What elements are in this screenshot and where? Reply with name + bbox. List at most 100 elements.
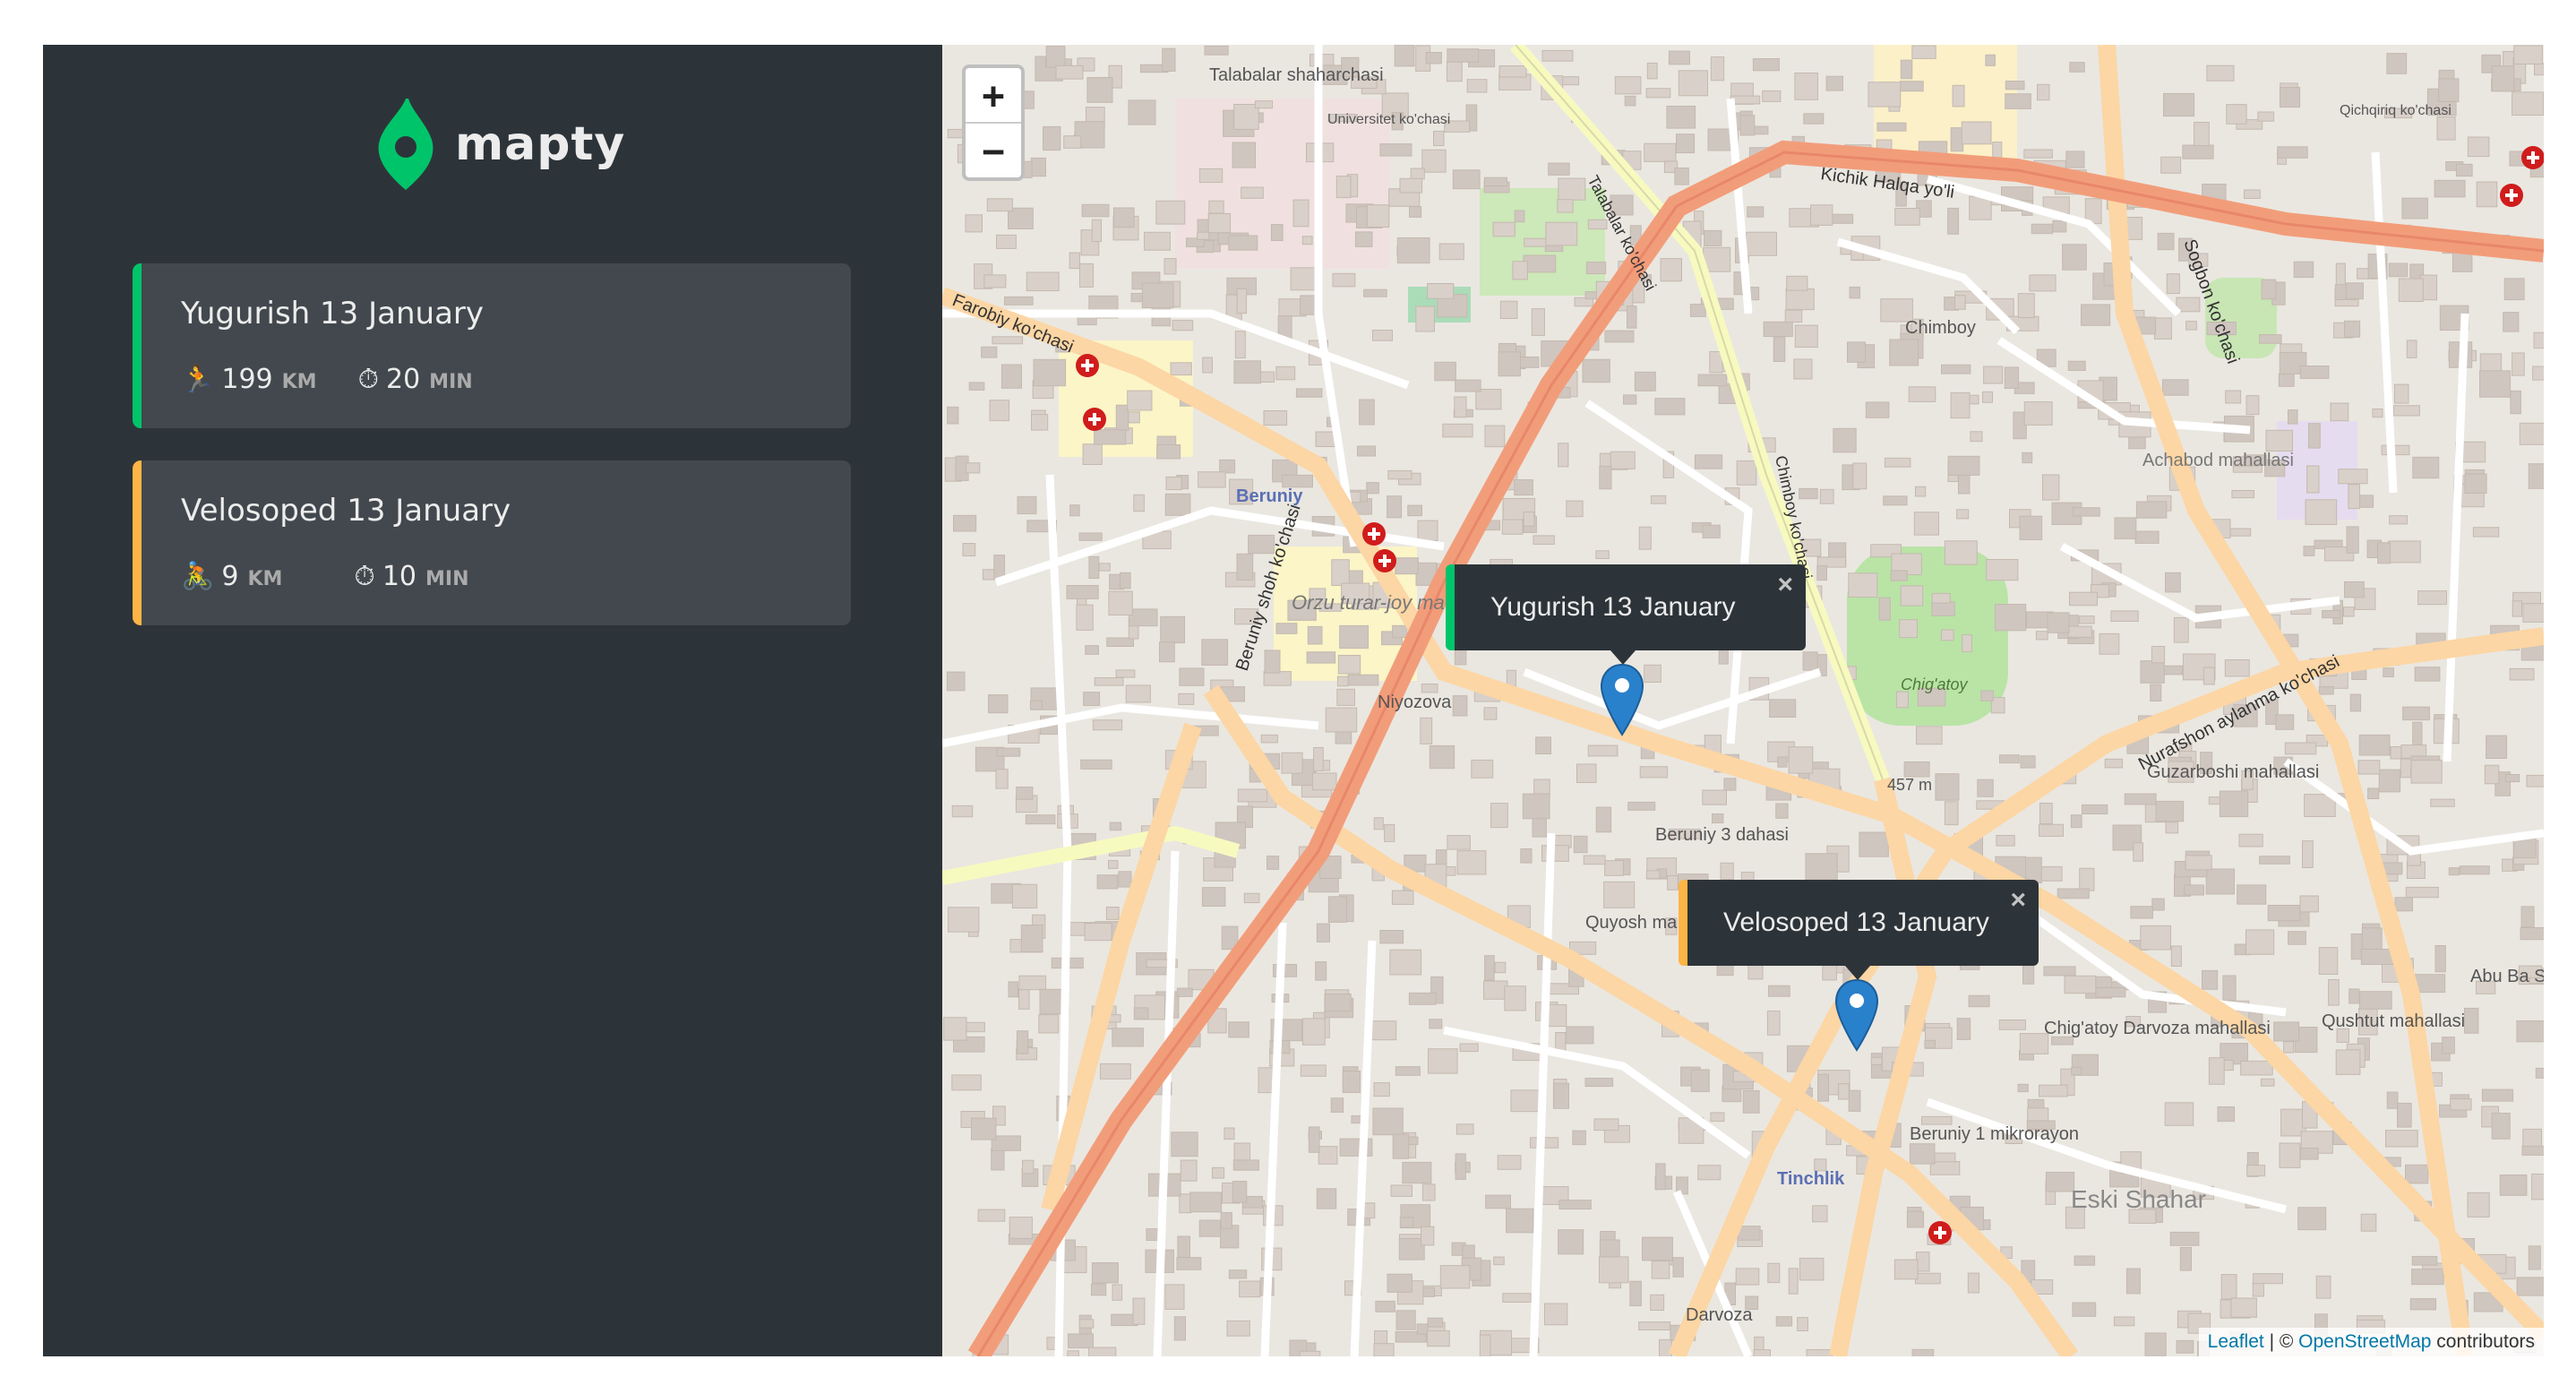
building — [2388, 262, 2409, 278]
building — [1510, 1089, 1542, 1113]
building — [2225, 390, 2242, 404]
building — [1805, 853, 1838, 881]
building — [2411, 1269, 2444, 1286]
workout-card-cycling[interactable]: Velosoped 13 January 🚴 9 KM ⏱ 10 MIN — [133, 460, 851, 625]
building — [1723, 778, 1737, 791]
building — [2288, 409, 2298, 425]
zoom-out-button[interactable]: − — [966, 122, 1021, 177]
building — [2414, 667, 2441, 682]
building — [1434, 361, 1456, 382]
marker-running[interactable] — [1600, 663, 1644, 736]
building — [1170, 362, 1192, 376]
building — [2265, 429, 2293, 452]
building — [2484, 764, 2500, 785]
building — [1914, 1272, 1941, 1285]
building — [1950, 127, 1964, 152]
building — [1816, 564, 1827, 581]
building — [2064, 975, 2097, 994]
building — [1080, 759, 1112, 770]
building — [1558, 1229, 1584, 1255]
building — [1523, 254, 1557, 273]
building — [1868, 82, 1902, 108]
building — [1156, 435, 1177, 446]
building — [1395, 1066, 1421, 1076]
building — [2161, 379, 2189, 396]
building — [2082, 804, 2108, 815]
building — [2155, 800, 2185, 822]
building — [2394, 897, 2413, 912]
building — [1909, 1143, 1936, 1165]
building — [1098, 563, 1111, 572]
building — [1232, 1181, 1248, 1203]
building — [2305, 499, 2338, 525]
building — [2302, 840, 2314, 868]
map-label: Qichqiriq ko'chasi — [2340, 103, 2451, 118]
building — [993, 555, 1006, 580]
building — [1629, 1280, 1642, 1306]
zoom-control: + − — [962, 65, 1025, 181]
building — [2455, 163, 2473, 177]
building — [1950, 392, 1971, 419]
building — [1115, 404, 1129, 431]
zoom-in-button[interactable]: + — [966, 68, 1021, 122]
map-tiles[interactable]: Talabalar shaharchasi Universitet ko'cha… — [942, 45, 2544, 1356]
building — [2259, 334, 2282, 344]
building — [1595, 806, 1612, 833]
building — [1566, 500, 1584, 518]
building — [1017, 1030, 1029, 1054]
marker-cycling[interactable] — [1834, 978, 1879, 1052]
building — [1504, 985, 1526, 1011]
duration-unit: MIN — [429, 371, 473, 393]
building — [1258, 1067, 1274, 1094]
popup-close-button[interactable]: × — [1777, 570, 1793, 600]
building — [2151, 646, 2166, 664]
building — [2004, 366, 2020, 389]
building — [1967, 1272, 1980, 1294]
building — [1270, 224, 1284, 242]
building — [2140, 660, 2165, 684]
building — [1091, 219, 1102, 243]
building — [951, 805, 974, 818]
leaflet-link[interactable]: Leaflet — [2208, 1331, 2264, 1352]
building — [1766, 1011, 1781, 1036]
map-label: Abu Ba Shoshiy — [2470, 967, 2544, 986]
building — [2017, 1083, 2029, 1093]
building — [1325, 707, 1358, 733]
building — [1201, 639, 1229, 666]
building — [1977, 779, 1994, 797]
building — [1968, 994, 1990, 1008]
building — [2005, 81, 2025, 90]
building — [2394, 383, 2409, 404]
building — [1133, 1007, 1149, 1020]
workout-card-running[interactable]: Yugurish 13 January 🏃 199 KM ⏱ 20 MIN — [133, 263, 851, 428]
building — [1086, 77, 1113, 103]
building — [2022, 452, 2033, 464]
building — [1096, 874, 1119, 890]
building — [1373, 817, 1384, 830]
building — [1316, 923, 1330, 942]
building — [1672, 1257, 1684, 1278]
building — [2398, 278, 2424, 302]
building — [2229, 528, 2252, 537]
building — [1105, 907, 1120, 920]
building — [1674, 168, 1689, 185]
building — [1983, 366, 2004, 384]
stopwatch-icon: ⏱ — [357, 364, 379, 395]
popup-running[interactable]: Yugurish 13 January × — [1446, 564, 1806, 650]
building — [2039, 1084, 2068, 1097]
popup-close-button[interactable]: × — [2010, 885, 2026, 916]
osm-link[interactable]: OpenStreetMap — [2298, 1331, 2431, 1352]
building — [2330, 402, 2349, 422]
map-label: Tinchlik — [1777, 1169, 1845, 1189]
building — [1710, 1112, 1725, 1123]
building — [1710, 56, 1725, 82]
building — [1301, 1018, 1326, 1046]
map[interactable]: Talabalar shaharchasi Universitet ko'cha… — [942, 45, 2544, 1356]
building — [1541, 845, 1569, 862]
popup-cycling[interactable]: Velosoped 13 January × — [1679, 880, 2039, 966]
building — [1011, 883, 1038, 909]
building — [2388, 540, 2421, 564]
building — [2261, 279, 2277, 300]
building — [2020, 755, 2036, 769]
building — [1420, 717, 1433, 744]
